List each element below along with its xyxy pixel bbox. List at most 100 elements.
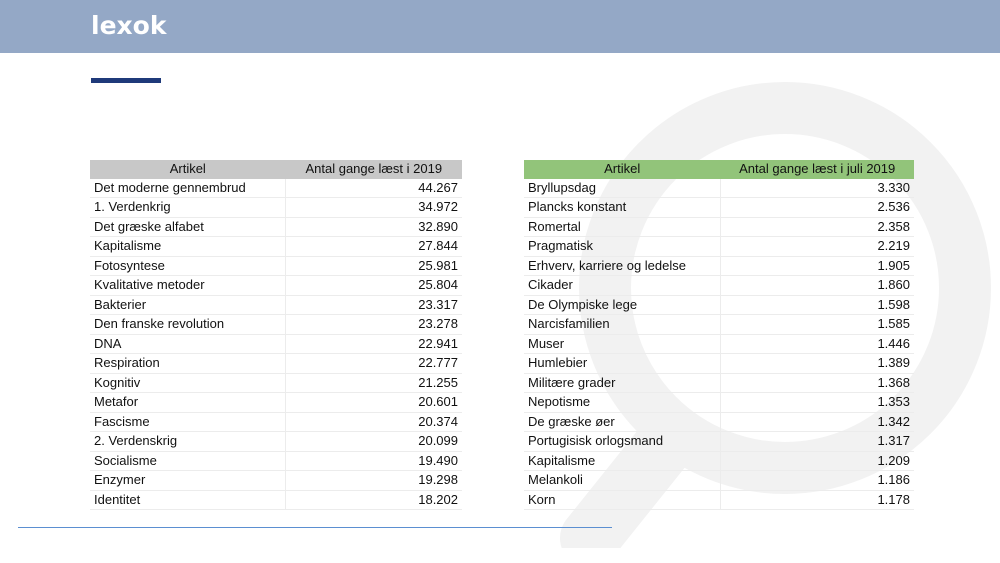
article-cell: Muser — [524, 334, 721, 354]
count-cell: 1.209 — [720, 451, 914, 471]
count-cell: 22.941 — [285, 334, 462, 354]
article-cell: Kapitalisme — [524, 451, 721, 471]
table-row: Enzymer 19.298 — [90, 470, 462, 491]
bottom-divider — [18, 527, 612, 528]
count-cell: 1.178 — [720, 490, 914, 510]
lexok-logo: lexok — [91, 10, 166, 42]
count-cell: 1.585 — [720, 314, 914, 335]
count-cell: 21.255 — [285, 373, 462, 393]
table-row: Metafor 20.601 — [90, 392, 462, 413]
table-row: Kognitiv 21.255 — [90, 373, 462, 393]
table-row: Melankoli 1.186 — [524, 470, 914, 491]
article-cell: Cikader — [524, 275, 721, 296]
table-row: Muser 1.446 — [524, 334, 914, 354]
count-cell: 22.777 — [285, 353, 462, 374]
article-cell: Den franske revolution — [90, 314, 287, 335]
article-cell: Bryllupsdag — [524, 178, 721, 198]
table-row: Kapitalisme 27.844 — [90, 236, 462, 257]
table-row: Militære grader 1.368 — [524, 373, 914, 393]
article-cell: Humlebier — [524, 353, 721, 374]
article-cell: Metafor — [90, 392, 287, 413]
article-cell: De Olympiske lege — [524, 295, 721, 315]
count-cell: 19.490 — [285, 451, 462, 471]
column-header-article: Artikel — [90, 160, 286, 179]
article-cell: Kognitiv — [90, 373, 287, 393]
article-cell: Det moderne gennembrud — [90, 178, 287, 198]
article-cell: Kvalitative metoder — [90, 275, 287, 296]
table-row: Cikader 1.860 — [524, 275, 914, 296]
count-cell: 1.389 — [720, 353, 914, 374]
table-row: DNA 22.941 — [90, 334, 462, 354]
count-cell: 19.298 — [285, 470, 462, 491]
article-cell: Romertal — [524, 217, 721, 237]
column-header-count: Antal gange læst i 2019 — [285, 160, 462, 179]
count-cell: 25.981 — [285, 256, 462, 276]
table-row: Kapitalisme 1.209 — [524, 451, 914, 471]
table-row: Korn 1.178 — [524, 490, 914, 510]
article-cell: Det græske alfabet — [90, 217, 287, 237]
count-cell: 20.601 — [285, 392, 462, 413]
table-row: Socialisme 19.490 — [90, 451, 462, 471]
count-cell: 3.330 — [720, 178, 914, 198]
table-row: Kvalitative metoder 25.804 — [90, 275, 462, 296]
table-header-row: Artikel Antal gange læst i 2019 — [90, 160, 462, 179]
article-cell: Pragmatisk — [524, 236, 721, 257]
count-cell: 32.890 — [285, 217, 462, 237]
count-cell: 18.202 — [285, 490, 462, 510]
article-cell: Bakterier — [90, 295, 287, 315]
count-cell: 23.278 — [285, 314, 462, 335]
count-cell: 1.186 — [720, 470, 914, 491]
count-cell: 25.804 — [285, 275, 462, 296]
table-row: Den franske revolution 23.278 — [90, 314, 462, 335]
article-cell: Kapitalisme — [90, 236, 287, 257]
table-row: Humlebier 1.389 — [524, 353, 914, 374]
article-cell: Melankoli — [524, 470, 721, 491]
table-row: Plancks konstant 2.536 — [524, 197, 914, 218]
table-row: Romertal 2.358 — [524, 217, 914, 237]
table-row: Bryllupsdag 3.330 — [524, 178, 914, 198]
column-header-article: Artikel — [524, 160, 721, 179]
article-cell: Enzymer — [90, 470, 287, 491]
article-cell: Identitet — [90, 490, 287, 510]
count-cell: 1.353 — [720, 392, 914, 413]
count-cell: 20.374 — [285, 412, 462, 432]
count-cell: 1.342 — [720, 412, 914, 432]
table-row: Identitet 18.202 — [90, 490, 462, 510]
table-row: Fotosyntese 25.981 — [90, 256, 462, 276]
column-header-count: Antal gange læst i juli 2019 — [720, 160, 914, 179]
article-cell: Plancks konstant — [524, 197, 721, 218]
table-row: Nepotisme 1.353 — [524, 392, 914, 413]
table-row: De græske øer 1.342 — [524, 412, 914, 432]
table-row: 1. Verdenkrig 34.972 — [90, 197, 462, 218]
count-cell: 23.317 — [285, 295, 462, 315]
count-cell: 1.598 — [720, 295, 914, 315]
count-cell: 1.860 — [720, 275, 914, 296]
count-cell: 2.219 — [720, 236, 914, 257]
count-cell: 34.972 — [285, 197, 462, 218]
table-row: Det græske alfabet 32.890 — [90, 217, 462, 237]
article-cell: Narcisfamilien — [524, 314, 721, 335]
article-cell: Militære grader — [524, 373, 721, 393]
table-row: Respiration 22.777 — [90, 353, 462, 374]
count-cell: 1.317 — [720, 431, 914, 452]
count-cell: 1.368 — [720, 373, 914, 393]
article-cell: Respiration — [90, 353, 287, 374]
count-cell: 20.099 — [285, 431, 462, 452]
table-row: 2. Verdenskrig 20.099 — [90, 431, 462, 452]
table-row: Narcisfamilien 1.585 — [524, 314, 914, 335]
article-cell: Portugisisk orlogsmand — [524, 431, 721, 452]
table-row: Erhverv, karriere og ledelse 1.905 — [524, 256, 914, 276]
article-cell: Erhverv, karriere og ledelse — [524, 256, 721, 276]
table-row: Fascisme 20.374 — [90, 412, 462, 432]
count-cell: 1.446 — [720, 334, 914, 354]
article-cell: Fascisme — [90, 412, 287, 432]
article-cell: Nepotisme — [524, 392, 721, 413]
table-row: Bakterier 23.317 — [90, 295, 462, 315]
article-cell: 2. Verdenskrig — [90, 431, 287, 452]
count-cell: 44.267 — [285, 178, 462, 198]
table-row: De Olympiske lege 1.598 — [524, 295, 914, 315]
table-total-2019: Artikel Antal gange læst i 2019 Det mode… — [90, 160, 462, 510]
table-july-2019: Artikel Antal gange læst i juli 2019 Bry… — [524, 160, 914, 510]
logo-text: lexok — [91, 11, 167, 40]
count-cell: 1.905 — [720, 256, 914, 276]
